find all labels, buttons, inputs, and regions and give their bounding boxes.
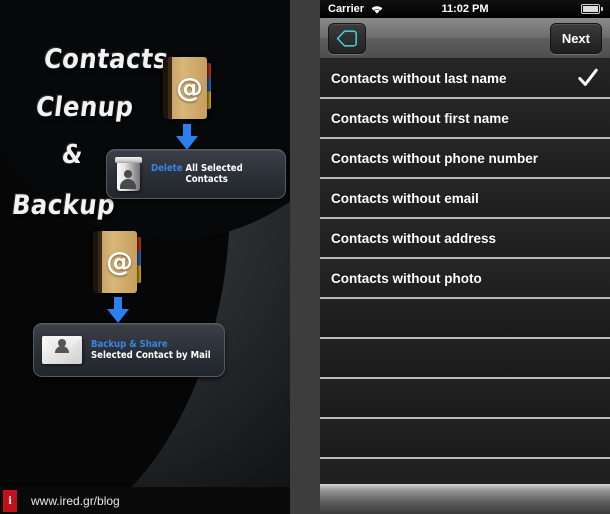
- screenshot-root: Contacts Clenup & Backup @ Delete All Se…: [0, 0, 610, 514]
- clock-label: 11:02 PM: [441, 3, 489, 15]
- navigation-bar: Next: [320, 18, 610, 59]
- status-bar: Carrier 11:02 PM: [320, 0, 610, 18]
- backup-accent-label: Backup & Share: [91, 338, 168, 350]
- back-button[interactable]: [328, 23, 366, 54]
- list-item-empty[interactable]: [320, 339, 610, 379]
- delete-all-selected-contacts-button[interactable]: Delete All Selected Contacts: [106, 149, 286, 199]
- splash-title-line-4: Backup: [10, 190, 118, 221]
- splash-title-line-3: &: [60, 140, 85, 170]
- delete-main-label: All Selected Contacts: [185, 162, 243, 185]
- at-symbol-glyph: @: [176, 72, 203, 104]
- backup-main-label: Selected Contact by Mail: [91, 350, 211, 361]
- splash-screen-panel: Contacts Clenup & Backup @ Delete All Se…: [0, 0, 290, 514]
- list-item-label: Contacts without email: [331, 190, 479, 206]
- trash-contact-icon: [115, 157, 142, 191]
- battery-full-icon: [581, 4, 603, 14]
- list-item-empty[interactable]: [320, 419, 610, 459]
- delete-accent-label: Delete: [151, 162, 183, 174]
- checkmark-icon: [578, 68, 598, 86]
- list-item[interactable]: Contacts without last name: [320, 59, 610, 99]
- list-item-label: Contacts without last name: [331, 70, 507, 86]
- list-item-label: Contacts without first name: [331, 110, 509, 126]
- footer-credit-bar: i www.ired.gr/blog: [0, 487, 290, 514]
- at-symbol-glyph-secondary: @: [106, 246, 133, 278]
- site-url-label: www.ired.gr/blog: [31, 493, 120, 508]
- address-book-icon-secondary: @: [93, 231, 141, 293]
- list-item[interactable]: Contacts without first name: [320, 99, 610, 139]
- back-arrow-icon: [336, 30, 357, 47]
- list-item-label: Contacts without phone number: [331, 150, 538, 166]
- down-arrow-icon: [176, 124, 198, 150]
- bottom-toolbar[interactable]: [320, 484, 610, 514]
- list-item[interactable]: Contacts without phone number: [320, 139, 610, 179]
- list-item-empty[interactable]: [320, 379, 610, 419]
- splash-title-line-2: Clenup: [34, 92, 136, 123]
- list-item-label: Contacts without photo: [331, 270, 482, 286]
- list-item[interactable]: Contacts without email: [320, 179, 610, 219]
- info-badge-icon: i: [3, 489, 17, 512]
- backup-and-share-button[interactable]: Backup & Share Selected Contact by Mail: [33, 323, 225, 377]
- iphone-app-panel: Carrier 11:02 PM Next Contacts without l…: [320, 0, 610, 514]
- list-item-empty[interactable]: [320, 299, 610, 339]
- splash-content: Contacts Clenup & Backup @ Delete All Se…: [0, 0, 290, 487]
- list-item[interactable]: Contacts without address: [320, 219, 610, 259]
- options-list: Contacts without last name Contacts witho…: [320, 59, 610, 499]
- next-button[interactable]: Next: [549, 23, 602, 54]
- envelope-icon: [42, 336, 82, 364]
- down-arrow-icon-secondary: [107, 297, 129, 323]
- address-book-icon: @: [163, 57, 211, 119]
- list-item-label: Contacts without address: [331, 230, 497, 246]
- list-item[interactable]: Contacts without photo: [320, 259, 610, 299]
- splash-title-line-1: Contacts: [42, 44, 171, 75]
